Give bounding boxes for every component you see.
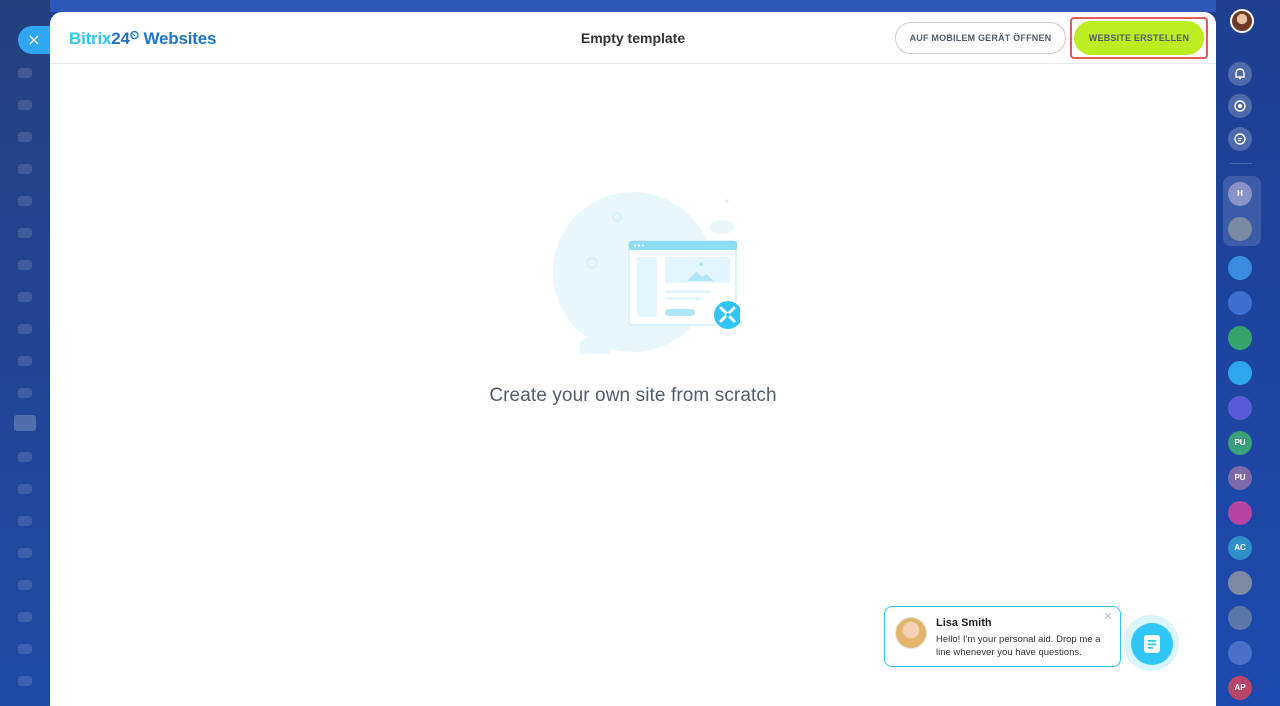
image-sun-icon [699, 262, 703, 266]
background-menu-item [18, 516, 32, 526]
sidebar-chat-avatar[interactable] [1228, 606, 1252, 630]
sidebar-chat-avatar[interactable] [1228, 396, 1252, 420]
assistant-name: Lisa Smith [936, 617, 992, 629]
search-chat-icon[interactable] [1228, 127, 1252, 151]
background-menu-item [18, 292, 32, 302]
chat-document-icon [1144, 635, 1160, 653]
sidebar-chat-avatar[interactable]: PU [1228, 431, 1252, 455]
decor-dot [725, 199, 729, 203]
sidebar-divider [1230, 163, 1252, 164]
user-avatar[interactable] [1230, 9, 1254, 33]
cloud-icon [710, 220, 734, 234]
sidebar-chat-avatar[interactable]: AC [1228, 536, 1252, 560]
text-line-placeholder [665, 297, 701, 300]
background-menu-item [18, 484, 32, 494]
sidebar-chat-avatar[interactable] [1228, 501, 1252, 525]
sidebar-chat-avatar[interactable] [1228, 571, 1252, 595]
notifications-bell-icon[interactable] [1228, 62, 1252, 86]
sidebar-chat-avatar[interactable] [1228, 217, 1252, 241]
sidebar-placeholder [637, 257, 657, 317]
browser-dot [641, 244, 645, 247]
close-icon[interactable]: × [1104, 611, 1112, 622]
background-left-menu [0, 0, 50, 706]
assistant-message: Hello! I'm your personal aid. Drop me a … [936, 634, 1101, 658]
background-menu-item [18, 612, 32, 622]
background-menu-item [18, 644, 32, 654]
background-menu-item [18, 388, 32, 398]
sidebar-chat-avatar[interactable]: AP [1228, 676, 1252, 700]
background-menu-item [18, 324, 32, 334]
text-line-placeholder [665, 290, 711, 293]
background-menu-item [18, 196, 32, 206]
sidebar-chat-avatar[interactable] [1228, 641, 1252, 665]
copilot-icon[interactable] [1228, 94, 1252, 118]
website-template-illustration [553, 192, 740, 354]
assistant-chat-popup[interactable]: Lisa Smith Hello! I'm your personal aid.… [884, 606, 1121, 667]
background-menu-item [18, 68, 32, 78]
close-slider-button[interactable]: × [18, 26, 50, 54]
background-menu-item [18, 548, 32, 558]
slider-panel: Bitrix24⏲ Websites Empty template AUF MO… [50, 12, 1216, 706]
sidebar-chat-avatar[interactable]: H [1228, 182, 1252, 206]
open-chat-button[interactable] [1131, 623, 1173, 665]
create-website-button[interactable]: WEBSITE ERSTELLEN [1074, 21, 1204, 55]
sidebar-chat-avatar[interactable]: PU [1228, 466, 1252, 490]
sidebar-chat-avatar[interactable] [1228, 291, 1252, 315]
background-menu-item [18, 132, 32, 142]
right-sidebar: H PU PU AC AP [1216, 0, 1280, 706]
browser-dot [633, 244, 637, 247]
background-menu-item [18, 260, 32, 270]
assistant-avatar [895, 617, 927, 649]
background-menu-item-active [14, 415, 36, 431]
browser-dot [637, 244, 641, 247]
sidebar-chat-avatar[interactable] [1228, 361, 1252, 385]
background-menu-item [18, 676, 32, 686]
background-menu-item [18, 228, 32, 238]
background-menu-item [18, 164, 32, 174]
sidebar-chat-avatar[interactable] [1228, 256, 1252, 280]
browser-titlebar [629, 241, 737, 250]
background-menu-item [18, 100, 32, 110]
background-menu-item [18, 452, 32, 462]
button-placeholder [665, 309, 695, 316]
background-menu-item [18, 356, 32, 366]
open-on-mobile-button[interactable]: AUF MOBILEM GERÄT ÖFFNEN [895, 22, 1066, 54]
slider-header: Bitrix24⏲ Websites Empty template AUF MO… [50, 12, 1216, 64]
sidebar-chat-avatar[interactable] [1228, 326, 1252, 350]
empty-template-caption: Create your own site from scratch [489, 385, 777, 406]
background-menu-item [18, 580, 32, 590]
background-top-bar [50, 0, 1216, 12]
